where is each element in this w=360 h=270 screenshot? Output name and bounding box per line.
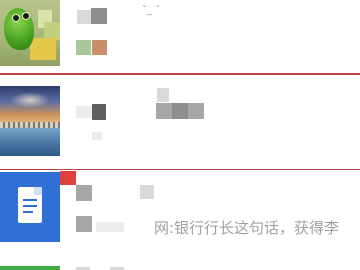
landscape-thumbnail xyxy=(0,86,60,156)
document-thumbnail xyxy=(0,172,60,242)
item-meta-text: ˇ_ ˇ xyxy=(142,5,161,16)
blurred-subtitle-block xyxy=(92,40,107,55)
unread-badge xyxy=(60,171,76,185)
frog-thumbnail xyxy=(0,0,60,66)
highlight-border xyxy=(0,73,360,75)
list-item[interactable] xyxy=(0,266,360,270)
blurred-title-block xyxy=(172,103,188,119)
blurred-subtitle-block xyxy=(96,222,124,232)
blurred-title-block xyxy=(77,10,91,24)
blurred-subtitle-block xyxy=(76,40,91,55)
list-item[interactable]: 网:银行行长这句话，获得李 xyxy=(0,170,360,267)
blurred-title-block xyxy=(156,103,172,119)
blurred-title-block xyxy=(188,103,204,119)
blurred-title-block xyxy=(91,8,107,24)
blurred-title-block xyxy=(76,106,92,118)
message-list: ˇ_ ˇ 网:银行行长这句话，获得李 xyxy=(0,0,360,270)
document-icon xyxy=(18,187,42,223)
list-item[interactable]: ˇ_ ˇ xyxy=(0,0,360,70)
blurred-title-block xyxy=(92,104,106,120)
blurred-subtitle-block xyxy=(92,132,102,140)
green-thumbnail xyxy=(0,266,60,270)
blurred-title-block xyxy=(157,88,169,102)
message-preview-text: 网:银行行长这句话，获得李 xyxy=(154,219,340,237)
blurred-title-block xyxy=(76,185,92,201)
blurred-title-block xyxy=(140,185,154,199)
list-item[interactable] xyxy=(0,80,360,164)
blurred-subtitle-block xyxy=(76,216,92,232)
